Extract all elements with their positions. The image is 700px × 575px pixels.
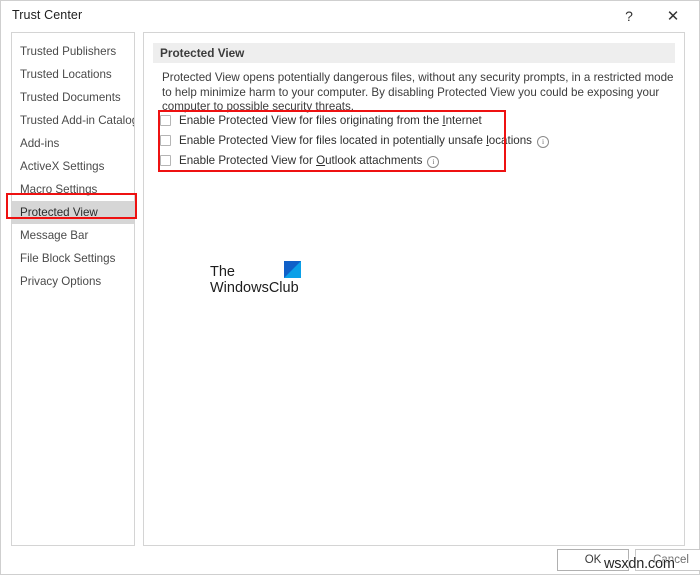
sidebar-item-label: Privacy Options	[20, 275, 102, 288]
sidebar-item-label: Message Bar	[20, 229, 89, 242]
checkbox-label-outlook-attachments: Enable Protected View for Outlook attach…	[179, 154, 440, 168]
info-icon[interactable]: i	[427, 155, 440, 168]
sidebar-item-label: Macro Settings	[20, 183, 98, 196]
sidebar-item-file-block-settings[interactable]: File Block Settings	[12, 247, 134, 270]
sidebar-item-label: Trusted Add-in Catalogs	[20, 114, 135, 127]
section-description: Protected View opens potentially dangero…	[162, 71, 674, 113]
checkbox-row-unsafe-locations[interactable]: Enable Protected View for files located …	[160, 132, 660, 149]
windowsclub-logo: The WindowsClub	[210, 261, 340, 303]
protected-view-options: Enable Protected View for files originat…	[160, 112, 660, 172]
title-bar: Trust Center ? ✕	[1, 1, 699, 31]
sidebar-item-label: Trusted Publishers	[20, 45, 117, 58]
sidebar-item-trusted-publishers[interactable]: Trusted Publishers	[12, 40, 134, 63]
checkbox-internet[interactable]	[160, 115, 171, 126]
checkbox-row-internet[interactable]: Enable Protected View for files originat…	[160, 112, 660, 129]
sidebar-item-message-bar[interactable]: Message Bar	[12, 224, 134, 247]
logo-mark-triangle	[284, 261, 301, 278]
window-title: Trust Center	[12, 8, 83, 22]
sidebar-item-privacy-options[interactable]: Privacy Options	[12, 270, 134, 293]
sidebar-item-label: Trusted Documents	[20, 91, 121, 104]
logo-mark-icon	[284, 261, 301, 278]
checkbox-label-internet: Enable Protected View for files originat…	[179, 114, 482, 127]
close-icon[interactable]: ✕	[652, 1, 694, 31]
section-title: Protected View	[153, 43, 675, 63]
sidebar-item-trusted-documents[interactable]: Trusted Documents	[12, 86, 134, 109]
checkbox-unsafe-locations[interactable]	[160, 135, 171, 146]
sidebar-item-label: Protected View	[20, 206, 98, 219]
sidebar-item-label: ActiveX Settings	[20, 160, 105, 173]
content-panel: Protected View Protected View opens pote…	[143, 32, 685, 546]
sidebar-item-protected-view[interactable]: Protected View	[12, 201, 134, 224]
sidebar-item-activex-settings[interactable]: ActiveX Settings	[12, 155, 134, 178]
sidebar-item-macro-settings[interactable]: Macro Settings	[12, 178, 134, 201]
sidebar-item-label: Add-ins	[20, 137, 60, 150]
info-icon[interactable]: i	[536, 135, 549, 148]
sidebar-item-label: Trusted Locations	[20, 68, 112, 81]
checkbox-row-outlook-attachments[interactable]: Enable Protected View for Outlook attach…	[160, 152, 660, 169]
trust-center-dialog: Trust Center ? ✕ Trusted Publishers Trus…	[0, 0, 700, 575]
source-watermark: wsxdn.com	[604, 556, 675, 572]
sidebar-item-label: File Block Settings	[20, 252, 116, 265]
sidebar-nav: Trusted Publishers Trusted Locations Tru…	[11, 32, 135, 546]
checkbox-label-unsafe-locations: Enable Protected View for files located …	[179, 134, 549, 148]
checkbox-outlook-attachments[interactable]	[160, 155, 171, 166]
help-icon[interactable]: ?	[608, 1, 650, 31]
sidebar-item-trusted-locations[interactable]: Trusted Locations	[12, 63, 134, 86]
sidebar-item-trusted-add-in-catalogs[interactable]: Trusted Add-in Catalogs	[12, 109, 134, 132]
sidebar-item-add-ins[interactable]: Add-ins	[12, 132, 134, 155]
